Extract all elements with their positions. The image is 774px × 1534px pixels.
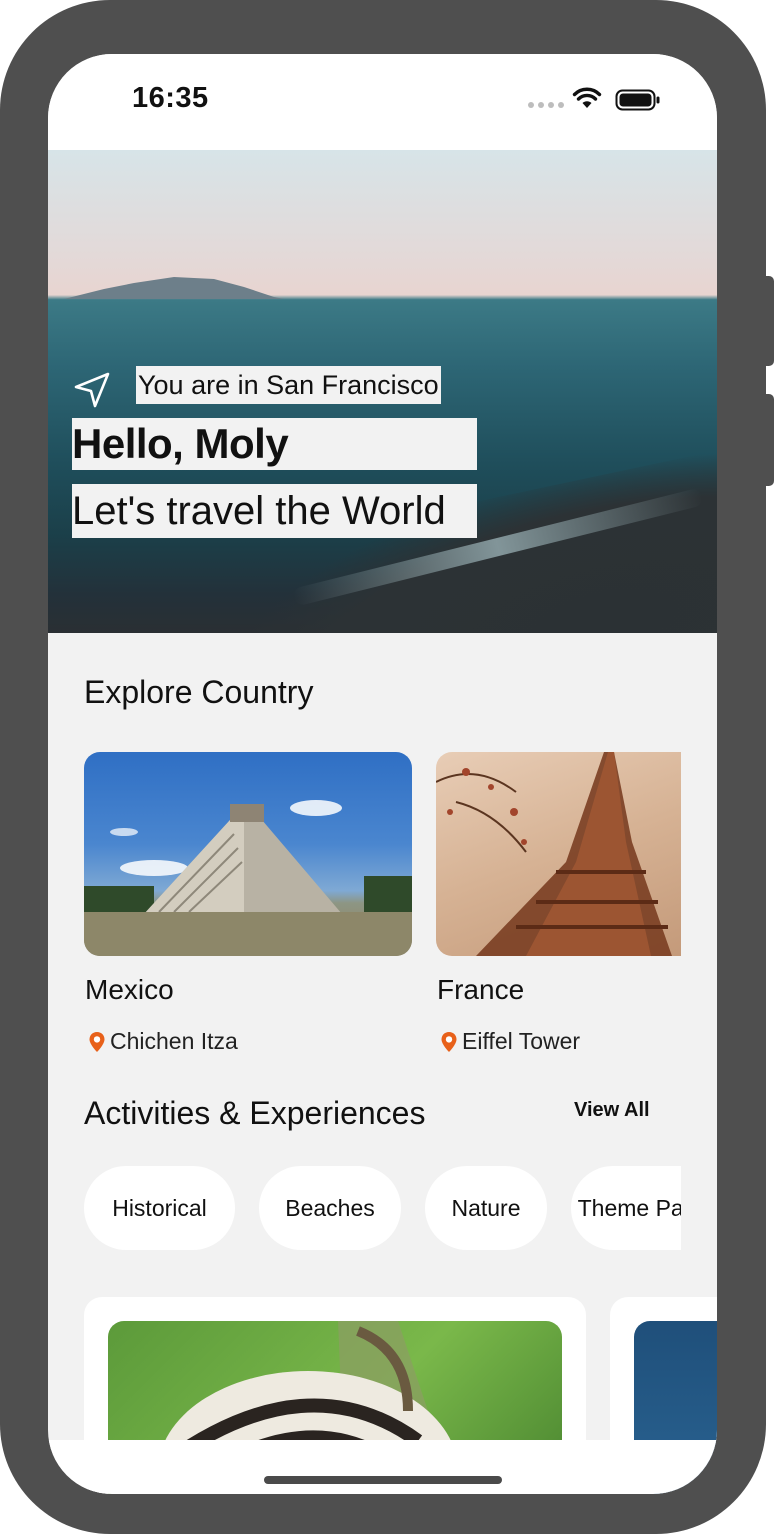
- app-screen: 16:35 You are in San Francisco Hello, Mo…: [48, 54, 717, 1494]
- country-name: Mexico: [85, 974, 174, 1005]
- signal-icon: [528, 102, 564, 108]
- current-location-text: You are in San Francisco: [136, 366, 441, 404]
- chip-theme-parks[interactable]: Theme Parks: [571, 1166, 681, 1250]
- home-indicator-area: [48, 1440, 717, 1494]
- location-pin-icon: [89, 1031, 105, 1052]
- wifi-icon: [572, 87, 602, 108]
- place-label: Eiffel Tower: [462, 1028, 581, 1054]
- view-all-link[interactable]: View All: [574, 1099, 650, 1122]
- activity-chips: Historical Beaches Nature Theme Parks: [84, 1166, 681, 1250]
- tagline-text: Let's travel the World: [72, 484, 477, 538]
- country-card-mexico[interactable]: Mexico Chichen Itza: [84, 752, 412, 1054]
- navigation-arrow-icon: [74, 372, 110, 408]
- pyramid-photo: [84, 800, 412, 956]
- battery-icon: [615, 89, 660, 111]
- status-bar: 16:35: [48, 54, 717, 150]
- place-label: Chichen Itza: [110, 1028, 238, 1054]
- country-image-mexico[interactable]: [84, 752, 412, 956]
- chip-nature[interactable]: Nature: [425, 1166, 547, 1250]
- country-place: Chichen Itza: [88, 1028, 238, 1055]
- hero-mountain: [64, 277, 284, 299]
- explore-country-title: Explore Country: [84, 674, 314, 710]
- eiffel-tower-photo: [436, 752, 672, 956]
- country-place: Eiffel Tower: [440, 1028, 580, 1055]
- device-side-button: [764, 276, 774, 366]
- hero-shore: [217, 448, 717, 633]
- country-card-france[interactable]: France Eiffel Tower: [436, 752, 681, 1054]
- status-time: 16:35: [132, 82, 209, 114]
- country-name: France: [437, 974, 525, 1005]
- device-side-button: [764, 394, 774, 486]
- location-pin-icon: [441, 1031, 457, 1052]
- chip-beaches[interactable]: Beaches: [259, 1166, 401, 1250]
- chip-historical[interactable]: Historical: [84, 1166, 235, 1250]
- hero-banner: You are in San Francisco Hello, Moly Let…: [48, 150, 717, 633]
- home-indicator[interactable]: [264, 1476, 502, 1484]
- country-image-france[interactable]: [436, 752, 681, 956]
- activities-title: Activities & Experiences: [84, 1095, 426, 1131]
- greeting-heading: Hello, Moly: [72, 418, 477, 470]
